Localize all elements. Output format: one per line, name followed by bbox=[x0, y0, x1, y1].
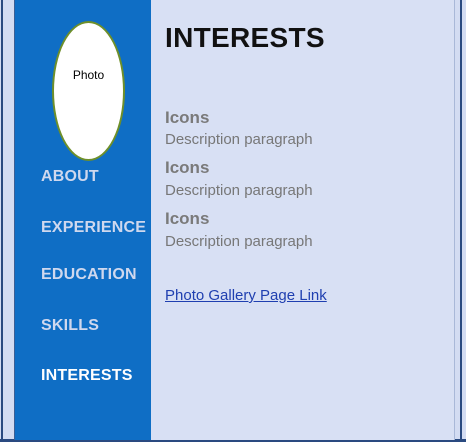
nav-item-about[interactable]: ABOUT bbox=[41, 168, 99, 186]
photo-gallery-link[interactable]: Photo Gallery Page Link bbox=[165, 287, 327, 304]
profile-photo-placeholder: Photo bbox=[52, 21, 125, 161]
photo-label: Photo bbox=[72, 68, 105, 82]
interest-item-title: Icons bbox=[165, 108, 210, 127]
nav-item-interests[interactable]: INTERESTS bbox=[41, 367, 133, 385]
main-content: INTERESTS Icons Description paragraph Ic… bbox=[151, 0, 455, 440]
interest-item-description: Description paragraph bbox=[165, 131, 313, 148]
nav-item-experience[interactable]: EXPERIENCE bbox=[41, 219, 146, 237]
frame-border-right bbox=[460, 0, 462, 442]
sidebar: Photo ABOUT EXPERIENCE EDUCATION SKILLS … bbox=[14, 0, 152, 440]
interest-item-title: Icons bbox=[165, 158, 210, 177]
interest-item-title: Icons bbox=[165, 209, 210, 228]
interest-item-description: Description paragraph bbox=[165, 182, 313, 199]
frame-border-left bbox=[1, 0, 3, 442]
nav-item-skills[interactable]: SKILLS bbox=[41, 317, 99, 335]
page-title: INTERESTS bbox=[165, 22, 325, 53]
interest-item-description: Description paragraph bbox=[165, 233, 313, 250]
nav-item-education[interactable]: EDUCATION bbox=[41, 266, 137, 284]
